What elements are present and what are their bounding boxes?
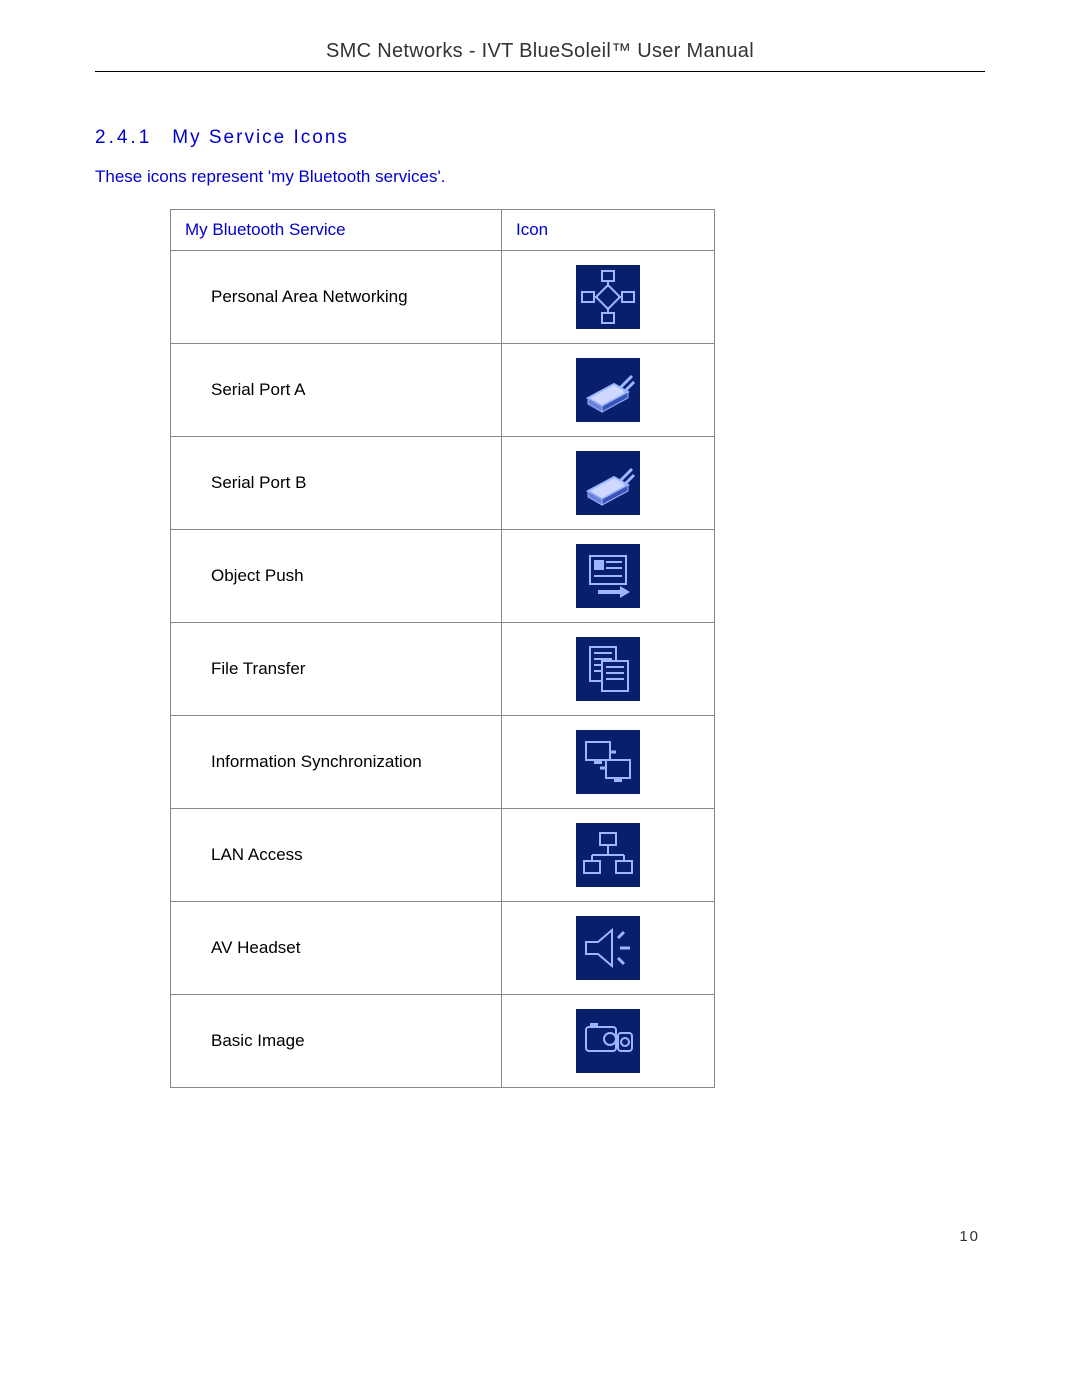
service-icon-cell <box>502 344 715 437</box>
table-row: Personal Area Networking <box>171 251 715 344</box>
table-row: Object Push <box>171 530 715 623</box>
section-intro: These icons represent 'my Bluetooth serv… <box>95 167 985 187</box>
service-icon-cell <box>502 902 715 995</box>
service-icon-cell <box>502 716 715 809</box>
service-label: Serial Port B <box>171 437 502 530</box>
col-header-icon: Icon <box>502 210 715 251</box>
info-sync-icon <box>576 730 640 794</box>
table-row: LAN Access <box>171 809 715 902</box>
service-icon-cell <box>502 809 715 902</box>
service-icon-cell <box>502 530 715 623</box>
service-icon-cell <box>502 437 715 530</box>
service-icon-cell <box>502 623 715 716</box>
section-heading: 2.4.1 My Service Icons <box>95 127 985 149</box>
table-header-row: My Bluetooth Service Icon <box>171 210 715 251</box>
serial-port-a-icon <box>576 358 640 422</box>
service-label: File Transfer <box>171 623 502 716</box>
file-transfer-icon <box>576 637 640 701</box>
page-header-title: SMC Networks - IVT BlueSoleil™ User Manu… <box>95 40 985 63</box>
av-headset-icon <box>576 916 640 980</box>
basic-image-icon <box>576 1009 640 1073</box>
service-label: AV Headset <box>171 902 502 995</box>
service-label: LAN Access <box>171 809 502 902</box>
table-row: Serial Port B <box>171 437 715 530</box>
page-number: 10 <box>95 1228 985 1245</box>
table-row: File Transfer <box>171 623 715 716</box>
manual-page: SMC Networks - IVT BlueSoleil™ User Manu… <box>0 0 1080 1295</box>
table-row: Basic Image <box>171 995 715 1088</box>
col-header-service: My Bluetooth Service <box>171 210 502 251</box>
section-title: My Service Icons <box>172 127 349 148</box>
table-row: AV Headset <box>171 902 715 995</box>
service-label: Information Synchronization <box>171 716 502 809</box>
service-label: Object Push <box>171 530 502 623</box>
service-icon-cell <box>502 251 715 344</box>
section-number: 2.4.1 <box>95 127 152 148</box>
lan-access-icon <box>576 823 640 887</box>
service-icon-cell <box>502 995 715 1088</box>
object-push-icon <box>576 544 640 608</box>
pan-icon <box>576 265 640 329</box>
header-rule <box>95 71 985 72</box>
service-label: Personal Area Networking <box>171 251 502 344</box>
table-row: Serial Port A <box>171 344 715 437</box>
serial-port-b-icon <box>576 451 640 515</box>
table-row: Information Synchronization <box>171 716 715 809</box>
service-label: Serial Port A <box>171 344 502 437</box>
service-label: Basic Image <box>171 995 502 1088</box>
service-icons-table: My Bluetooth Service Icon Personal Area … <box>170 209 715 1088</box>
